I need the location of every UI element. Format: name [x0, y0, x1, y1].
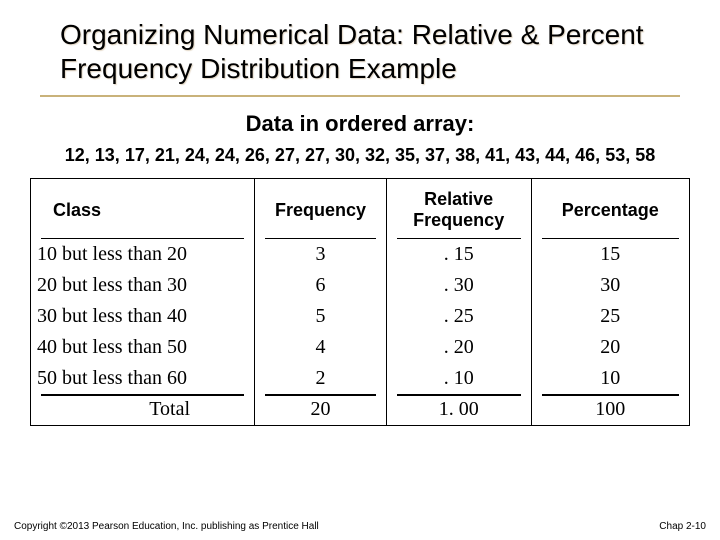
col-class-label: Class [53, 200, 101, 220]
table-row: 40 but less than 50 4 . 20 20 [31, 332, 689, 363]
copyright-text: Copyright ©2013 Pearson Education, Inc. … [14, 521, 319, 532]
cell-percentage: 30 [531, 270, 689, 301]
title-underline [40, 95, 680, 97]
cell-class: 10 but less than 20 [31, 239, 255, 270]
cell-class: 50 but less than 60 [31, 363, 255, 394]
cell-frequency: 6 [255, 270, 387, 301]
cell-class: 30 but less than 40 [31, 301, 255, 332]
col-percentage: Percentage [531, 179, 689, 239]
cell-percentage: 10 [531, 363, 689, 394]
total-frequency: 20 [255, 394, 387, 425]
slide-title: Organizing Numerical Data: Relative & Pe… [0, 0, 720, 91]
table-header-row: Class Frequency Relative Frequency Perce… [31, 179, 689, 239]
frequency-table: Class Frequency Relative Frequency Perce… [30, 178, 690, 426]
page-number: Chap 2-10 [659, 521, 706, 532]
col-relative: Relative Frequency [386, 179, 531, 239]
col-frequency: Frequency [255, 179, 387, 239]
table-total-row: Total 20 1. 00 100 [31, 394, 689, 425]
cell-frequency: 5 [255, 301, 387, 332]
col-relative-label: Relative Frequency [413, 189, 504, 230]
col-frequency-label: Frequency [275, 200, 366, 220]
cell-percentage: 25 [531, 301, 689, 332]
total-label: Total [31, 394, 255, 425]
cell-relative: . 20 [386, 332, 531, 363]
cell-frequency: 4 [255, 332, 387, 363]
table-row: 20 but less than 30 6 . 30 30 [31, 270, 689, 301]
table-row: 10 but less than 20 3 . 15 15 [31, 239, 689, 270]
cell-frequency: 3 [255, 239, 387, 270]
subheading: Data in ordered array: [0, 111, 720, 137]
cell-percentage: 15 [531, 239, 689, 270]
cell-relative: . 10 [386, 363, 531, 394]
table-row: 50 but less than 60 2 . 10 10 [31, 363, 689, 394]
cell-class: 20 but less than 30 [31, 270, 255, 301]
cell-class: 40 but less than 50 [31, 332, 255, 363]
cell-relative: . 25 [386, 301, 531, 332]
total-relative: 1. 00 [386, 394, 531, 425]
total-percentage: 100 [531, 394, 689, 425]
cell-relative: . 15 [386, 239, 531, 270]
col-percentage-label: Percentage [562, 200, 659, 220]
ordered-array: 12, 13, 17, 21, 24, 24, 26, 27, 27, 30, … [0, 145, 720, 166]
table-row: 30 but less than 40 5 . 25 25 [31, 301, 689, 332]
cell-percentage: 20 [531, 332, 689, 363]
slide-footer: Copyright ©2013 Pearson Education, Inc. … [14, 521, 706, 532]
cell-relative: . 30 [386, 270, 531, 301]
cell-frequency: 2 [255, 363, 387, 394]
col-class: Class [31, 179, 255, 239]
